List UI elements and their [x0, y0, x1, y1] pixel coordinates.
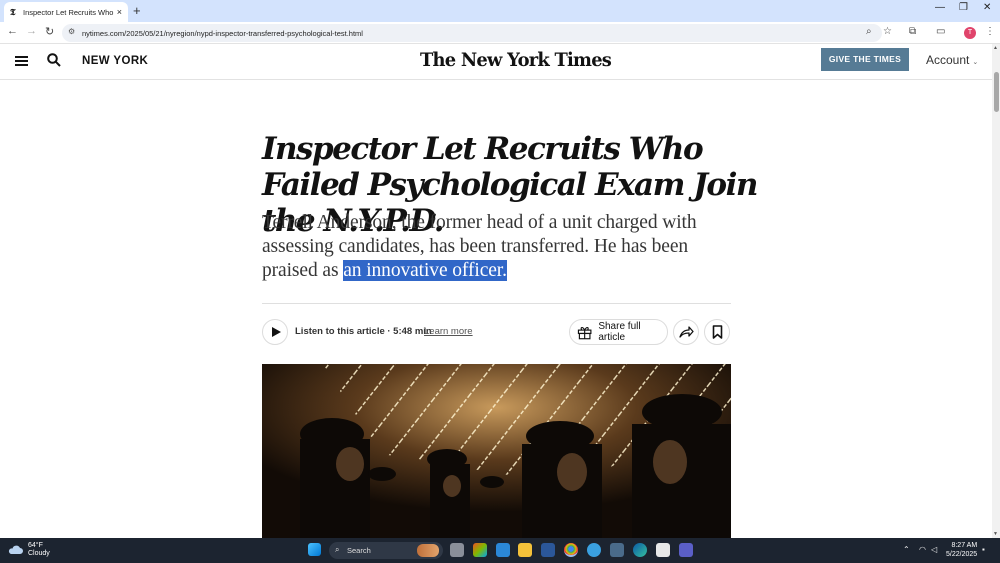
play-audio-button[interactable]: [262, 319, 288, 345]
zoom-icon[interactable]: ⌕: [866, 26, 872, 37]
sidepanel-icon[interactable]: ▭: [936, 26, 945, 37]
hamburger-menu-icon[interactable]: [15, 56, 28, 66]
notification-bell-icon[interactable]: ▪: [982, 545, 985, 554]
gift-icon: [577, 326, 592, 339]
learn-more-link[interactable]: Learn more: [424, 326, 473, 337]
widgets-icon[interactable]: [496, 543, 510, 557]
taskbar-search-placeholder: Search: [347, 546, 371, 555]
give-the-times-button[interactable]: GIVE THE TIMES: [821, 48, 909, 71]
browser-app-icon[interactable]: [587, 543, 601, 557]
selected-text: an innovative officer.: [343, 260, 507, 281]
new-tab-button[interactable]: +: [133, 3, 141, 18]
back-icon[interactable]: ←: [7, 25, 18, 37]
browser-tab-strip: 𝕿 Inspector Let Recruits Who Fa × + — ❐ …: [0, 0, 1000, 22]
article-lead-photo: [262, 364, 731, 538]
share-full-article-button[interactable]: Share full article: [569, 319, 668, 345]
listen-label: Listen to this article · 5:48 min: [295, 326, 432, 337]
account-label: Account: [926, 53, 970, 67]
calculator-icon[interactable]: [610, 543, 624, 557]
close-window-button[interactable]: ✕: [983, 2, 991, 13]
system-clock[interactable]: 8:27 AM 5/22/2025: [946, 542, 977, 559]
site-info-icon[interactable]: ⚙: [68, 27, 75, 36]
menu-dots-icon[interactable]: ⋮: [985, 26, 995, 37]
volume-icon[interactable]: ◁: [931, 545, 937, 554]
bookmark-icon: [712, 325, 722, 339]
save-article-button[interactable]: [704, 319, 730, 345]
task-view-icon[interactable]: [450, 543, 464, 557]
clock-time: 8:27 AM: [951, 542, 978, 549]
search-highlight-image: [417, 544, 439, 557]
minimize-button[interactable]: —: [935, 2, 945, 13]
reload-icon[interactable]: ↻: [45, 25, 54, 38]
bookmark-star-icon[interactable]: ☆: [883, 26, 892, 37]
section-name[interactable]: NEW YORK: [82, 55, 148, 67]
copilot-icon[interactable]: [473, 543, 487, 557]
wifi-icon[interactable]: ◠: [919, 545, 926, 554]
address-bar[interactable]: ⚙ nytimes.com/2025/05/21/nyregion/nypd-i…: [62, 24, 882, 42]
scrollbar-thumb[interactable]: [994, 72, 999, 112]
profile-avatar[interactable]: T: [964, 27, 976, 39]
weather-condition: Cloudy: [28, 550, 50, 557]
url-text: nytimes.com/2025/05/21/nyregion/nypd-ins…: [82, 28, 363, 38]
taskbar-search[interactable]: ⌕ Search: [329, 542, 443, 559]
browser-tab-active[interactable]: 𝕿 Inspector Let Recruits Who Fa ×: [4, 2, 128, 22]
teams-icon[interactable]: [679, 543, 693, 557]
edge-icon[interactable]: [633, 543, 647, 557]
word-icon[interactable]: [541, 543, 555, 557]
chevron-down-icon: ⌄: [972, 59, 979, 66]
nyt-favicon-icon: 𝕿: [10, 6, 16, 17]
account-menu[interactable]: Account ⌄: [926, 53, 978, 67]
extensions-icon[interactable]: ⧉: [909, 26, 916, 37]
scroll-down-icon[interactable]: ▼: [993, 531, 998, 537]
chrome-icon[interactable]: [564, 543, 578, 557]
tab-close-icon[interactable]: ×: [117, 7, 122, 17]
browser-toolbar: ← → ↻ ⚙ nytimes.com/2025/05/21/nyregion/…: [0, 22, 1000, 44]
scroll-up-icon[interactable]: ▲: [993, 45, 998, 51]
weather-temperature: 64°F: [28, 542, 43, 549]
search-icon: ⌕: [335, 545, 340, 554]
tab-title: Inspector Let Recruits Who Fa: [23, 7, 114, 17]
forward-icon[interactable]: →: [26, 25, 37, 37]
page-scrollbar[interactable]: ▲ ▼: [992, 44, 1000, 538]
windows-taskbar: 64°F Cloudy ⌕ Search ⌃ ◠ ◁ 8:27 AM 5/22/…: [0, 538, 1000, 563]
cloud-icon: [8, 545, 23, 554]
article-summary: Terrell Anderson, the former head of a u…: [262, 211, 737, 283]
search-icon[interactable]: [47, 53, 61, 67]
share-arrow-icon: [678, 326, 694, 338]
share-button[interactable]: [673, 319, 699, 345]
clock-date: 5/22/2025: [946, 550, 978, 558]
tray-chevron-icon[interactable]: ⌃: [903, 545, 910, 554]
store-icon[interactable]: [656, 543, 670, 557]
nyt-logo[interactable]: The New York Times: [420, 49, 612, 71]
restore-button[interactable]: ❐: [959, 2, 968, 13]
weather-widget[interactable]: 64°F Cloudy: [8, 542, 50, 558]
divider: [262, 303, 731, 304]
site-header: NEW YORK The New York Times GIVE THE TIM…: [0, 44, 992, 80]
start-windows-icon[interactable]: [308, 543, 321, 556]
file-explorer-icon[interactable]: [518, 543, 532, 557]
share-label: Share full article: [598, 321, 641, 343]
